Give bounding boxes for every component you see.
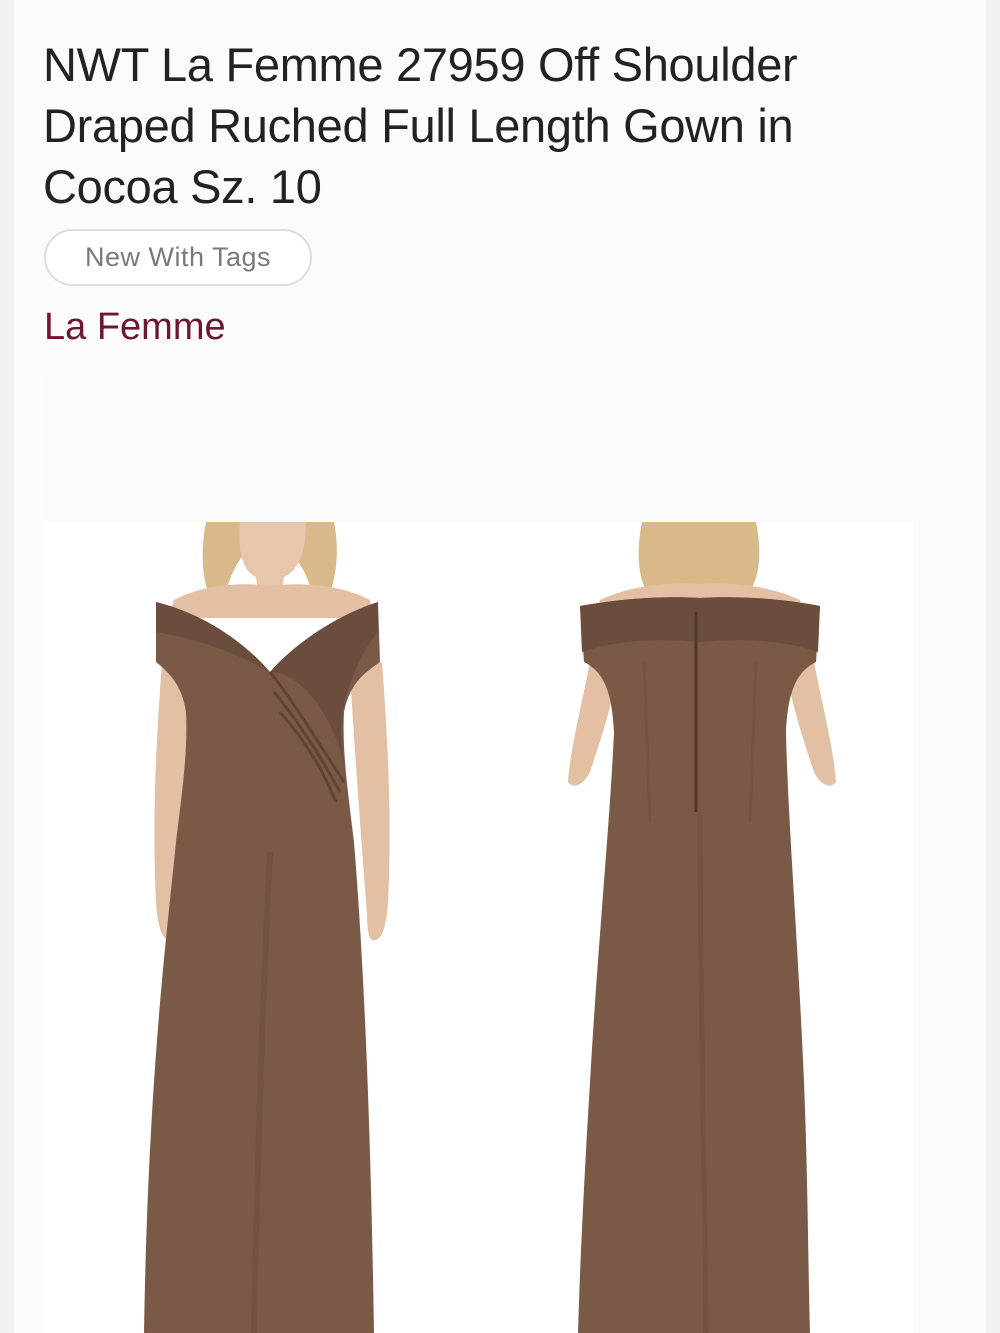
back-view: [568, 522, 836, 1333]
gown-illustration: [144, 522, 836, 1333]
front-shoulders: [168, 584, 374, 618]
front-face: [239, 522, 306, 592]
listing-title: NWT La Femme 27959 Off Shoulder Draped R…: [43, 38, 798, 213]
product-photo[interactable]: [44, 522, 913, 1333]
brand-link[interactable]: La Femme: [44, 306, 226, 349]
condition-badge: New With Tags: [44, 229, 312, 286]
front-view: [144, 522, 390, 1333]
